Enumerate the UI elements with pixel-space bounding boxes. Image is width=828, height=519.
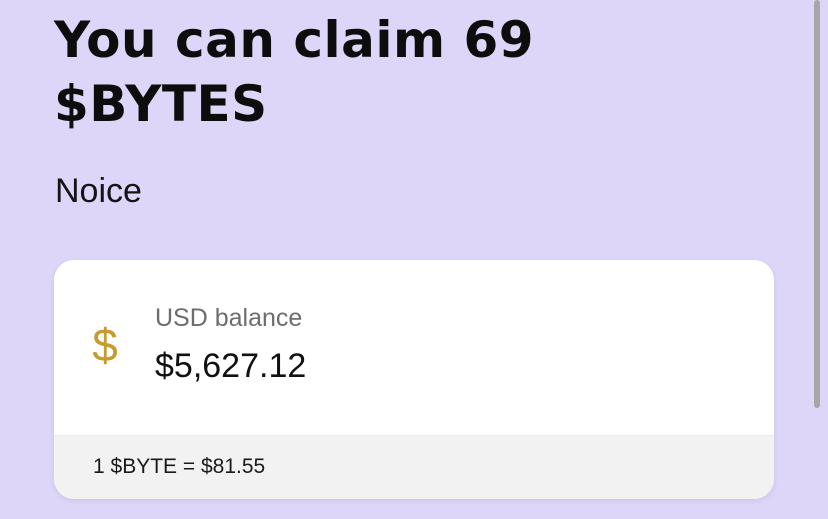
vertical-scrollbar[interactable] bbox=[814, 0, 820, 408]
exchange-rate-footer: 1 $BYTE = $81.55 bbox=[54, 435, 774, 499]
dollar-icon: $ bbox=[92, 319, 118, 371]
claim-subtitle: Noice bbox=[55, 172, 142, 210]
balance-card-body: $ USD balance $5,627.12 bbox=[54, 260, 774, 436]
claim-title: You can claim 69 $BYTES bbox=[54, 11, 535, 133]
balance-label: USD balance bbox=[155, 304, 303, 332]
exchange-rate-text: 1 $BYTE = $81.55 bbox=[93, 455, 266, 478]
balance-value: $5,627.12 bbox=[155, 347, 307, 385]
balance-card: $ USD balance $5,627.12 1 $BYTE = $81.55 bbox=[54, 260, 774, 499]
